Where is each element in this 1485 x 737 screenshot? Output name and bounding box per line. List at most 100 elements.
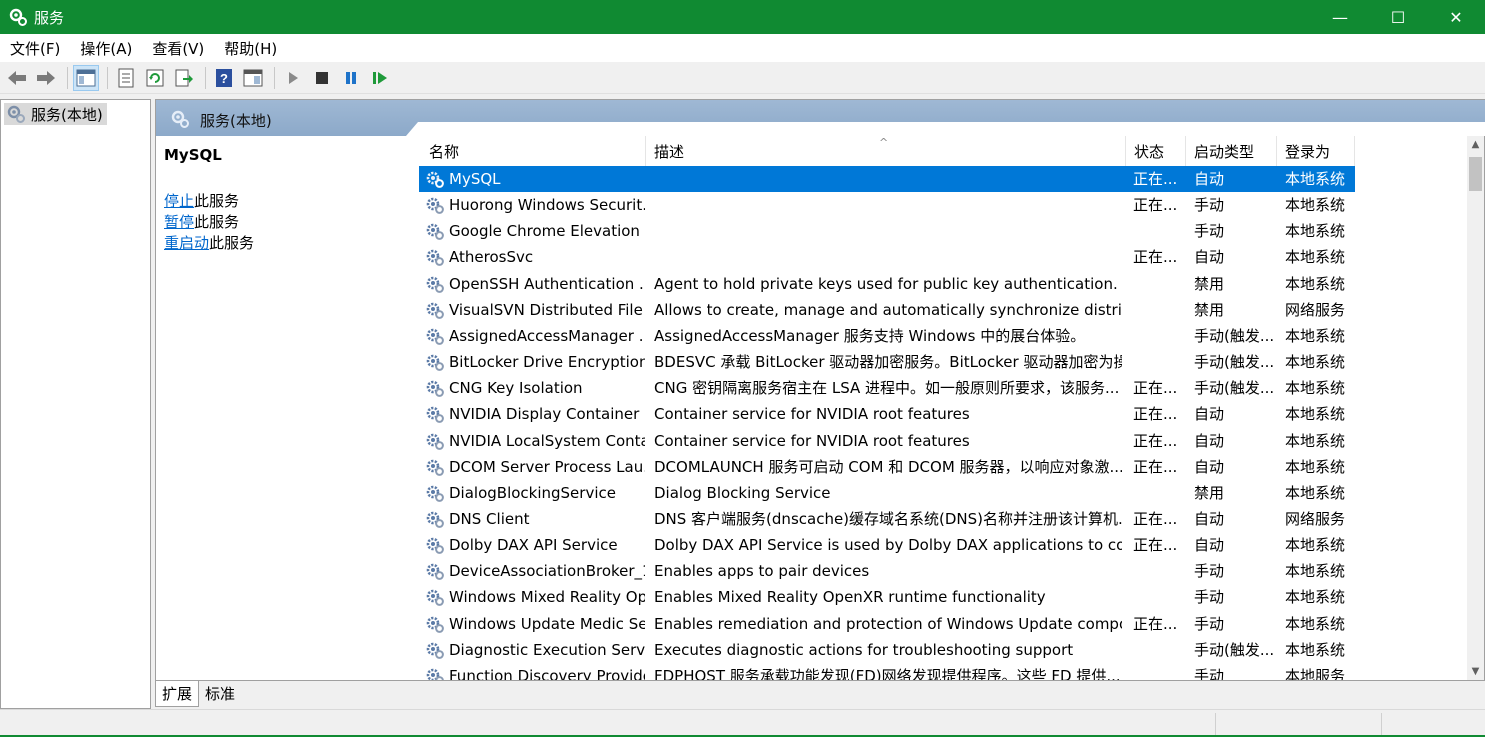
service-row[interactable]: Diagnostic Execution Service Executes dia… <box>419 637 1355 663</box>
service-startup-type: 自动 <box>1194 248 1225 267</box>
pause-service-link[interactable]: 暂停 <box>164 213 194 231</box>
maximize-button[interactable]: ☐ <box>1369 0 1427 34</box>
service-row[interactable]: CNG Key Isolation CNG 密钥隔离服务宿主在 LSA 进程中。如… <box>419 375 1355 401</box>
service-row[interactable]: Dolby DAX API Service Dolby DAX API Servi… <box>419 532 1355 558</box>
service-gear-icon <box>426 668 444 680</box>
service-name: DialogBlockingService <box>449 483 616 502</box>
tree-item-services-local[interactable]: 服务(本地) <box>4 103 107 125</box>
toolbar-separator <box>205 66 206 89</box>
service-description: Container service for NVIDIA root featur… <box>654 431 970 450</box>
service-description: Enables remediation and protection of Wi… <box>654 614 1122 633</box>
service-log-on-as: 本地系统 <box>1285 248 1346 267</box>
service-name: Windows Update Medic Se... <box>449 614 645 633</box>
refresh-icon <box>146 69 164 86</box>
vertical-scrollbar[interactable]: ▲ ▼ <box>1467 136 1484 680</box>
service-row[interactable]: Huorong Windows Securit... 正在... 手动 本地系统 <box>419 192 1355 218</box>
window-title: 服务 <box>34 8 65 27</box>
menu-action[interactable]: 操作(A) <box>70 38 142 59</box>
stop-service-button[interactable] <box>309 65 335 91</box>
service-startup-type: 禁用 <box>1194 483 1225 502</box>
service-gear-icon <box>426 433 444 450</box>
service-log-on-as: 本地系统 <box>1285 222 1346 241</box>
service-name: NVIDIA LocalSystem Conta... <box>449 431 645 450</box>
toolbar-separator <box>107 66 108 89</box>
service-gear-icon <box>426 380 444 398</box>
service-gear-icon <box>426 354 444 371</box>
service-name: Google Chrome Elevation ... <box>449 222 645 241</box>
action-pane-icon <box>243 69 263 86</box>
service-status: 正在... <box>1133 457 1178 476</box>
restart-service-action: 重启动此服务 <box>164 232 254 253</box>
column-header-log-on-as[interactable]: 登录为 <box>1277 136 1355 166</box>
service-startup-type: 手动 <box>1194 222 1225 241</box>
export-list-button[interactable] <box>171 65 197 91</box>
restart-service-button[interactable] <box>367 65 393 91</box>
service-row[interactable]: OpenSSH Authentication ... Agent to hold … <box>419 271 1355 297</box>
service-description: Agent to hold private keys used for publ… <box>654 274 1118 293</box>
start-service-button[interactable] <box>280 65 306 91</box>
tab-standard[interactable]: 标准 <box>199 681 241 707</box>
sort-caret-icon: ^ <box>879 136 889 149</box>
menu-file[interactable]: 文件(F) <box>0 38 70 59</box>
service-row[interactable]: VisualSVN Distributed File ... Allows to … <box>419 297 1355 323</box>
refresh-button[interactable] <box>142 65 168 91</box>
forward-button[interactable] <box>33 65 59 91</box>
service-row[interactable]: Function Discovery Provide... FDPHOST 服务承… <box>419 663 1355 680</box>
service-row[interactable]: Windows Update Medic Se... Enables remedi… <box>419 611 1355 637</box>
service-status: 正在... <box>1133 405 1178 424</box>
action-suffix: 此服务 <box>194 192 240 210</box>
service-startup-type: 手动 <box>1194 666 1225 680</box>
play-icon <box>289 71 298 84</box>
service-description: Executes diagnostic actions for troubles… <box>654 640 1074 659</box>
service-row[interactable]: Google Chrome Elevation ... 手动 本地系统 <box>419 218 1355 244</box>
service-status <box>1133 558 1185 584</box>
service-name: AssignedAccessManager ... <box>449 326 645 345</box>
help-button[interactable]: ? <box>211 65 237 91</box>
service-log-on-as: 本地系统 <box>1285 431 1346 450</box>
pause-service-button[interactable] <box>338 65 364 91</box>
service-log-on-as: 本地系统 <box>1285 379 1346 398</box>
service-row[interactable]: NVIDIA Display Container LS Container ser… <box>419 401 1355 427</box>
column-header-name[interactable]: 名称 <box>421 136 646 166</box>
service-description: Enables Mixed Reality OpenXR runtime fun… <box>654 588 1046 607</box>
service-status <box>1133 584 1185 610</box>
service-name: Function Discovery Provide... <box>449 666 645 680</box>
scroll-thumb[interactable] <box>1469 157 1482 191</box>
service-row[interactable]: DeviceAssociationBroker_1... Enables apps… <box>419 558 1355 584</box>
service-row[interactable]: AtherosSvc 正在... 自动 本地系统 <box>419 244 1355 270</box>
scroll-down-icon[interactable]: ▼ <box>1467 663 1484 680</box>
service-row[interactable]: NVIDIA LocalSystem Conta... Container ser… <box>419 428 1355 454</box>
minimize-button[interactable]: — <box>1311 0 1369 34</box>
tab-extended[interactable]: 扩展 <box>155 681 200 707</box>
service-row[interactable]: MySQL 正在... 自动 本地系统 <box>419 166 1355 192</box>
service-startup-type: 自动 <box>1194 405 1225 424</box>
service-gear-icon <box>426 590 444 607</box>
show-action-pane-button[interactable] <box>240 65 266 91</box>
scroll-up-icon[interactable]: ▲ <box>1467 136 1484 153</box>
show-hide-console-tree-button[interactable] <box>73 64 99 91</box>
service-gear-icon <box>426 302 444 319</box>
column-header-startup-type[interactable]: 启动类型 <box>1186 136 1277 166</box>
service-row[interactable]: AssignedAccessManager ... AssignedAccessM… <box>419 323 1355 349</box>
service-status <box>1133 271 1185 297</box>
menu-view[interactable]: 查看(V) <box>142 38 214 59</box>
console-tree-icon <box>76 69 96 86</box>
close-button[interactable]: ✕ <box>1427 0 1485 34</box>
service-status: 正在... <box>1133 196 1178 215</box>
service-row[interactable]: DNS Client DNS 客户端服务(dnscache)缓存域名系统(DNS)… <box>419 506 1355 532</box>
column-header-status[interactable]: 状态 <box>1126 136 1186 166</box>
back-button[interactable] <box>4 65 30 91</box>
service-row[interactable]: DialogBlockingService Dialog Blocking Ser… <box>419 480 1355 506</box>
status-separator <box>1215 713 1216 735</box>
service-row[interactable]: BitLocker Drive Encryption ... BDESVC 承载 … <box>419 349 1355 375</box>
service-row[interactable]: DCOM Server Process Lau... DCOMLAUNCH 服务可… <box>419 454 1355 480</box>
service-status: 正在... <box>1133 509 1178 528</box>
service-name: DNS Client <box>449 509 530 528</box>
stop-service-link[interactable]: 停止 <box>164 192 194 210</box>
service-name: Huorong Windows Securit... <box>449 196 645 215</box>
toolbar: ? <box>0 62 1485 94</box>
properties-button[interactable] <box>113 65 139 91</box>
restart-service-link[interactable]: 重启动 <box>164 234 209 252</box>
service-row[interactable]: Windows Mixed Reality Op... Enables Mixed… <box>419 584 1355 610</box>
menu-help[interactable]: 帮助(H) <box>214 38 287 59</box>
